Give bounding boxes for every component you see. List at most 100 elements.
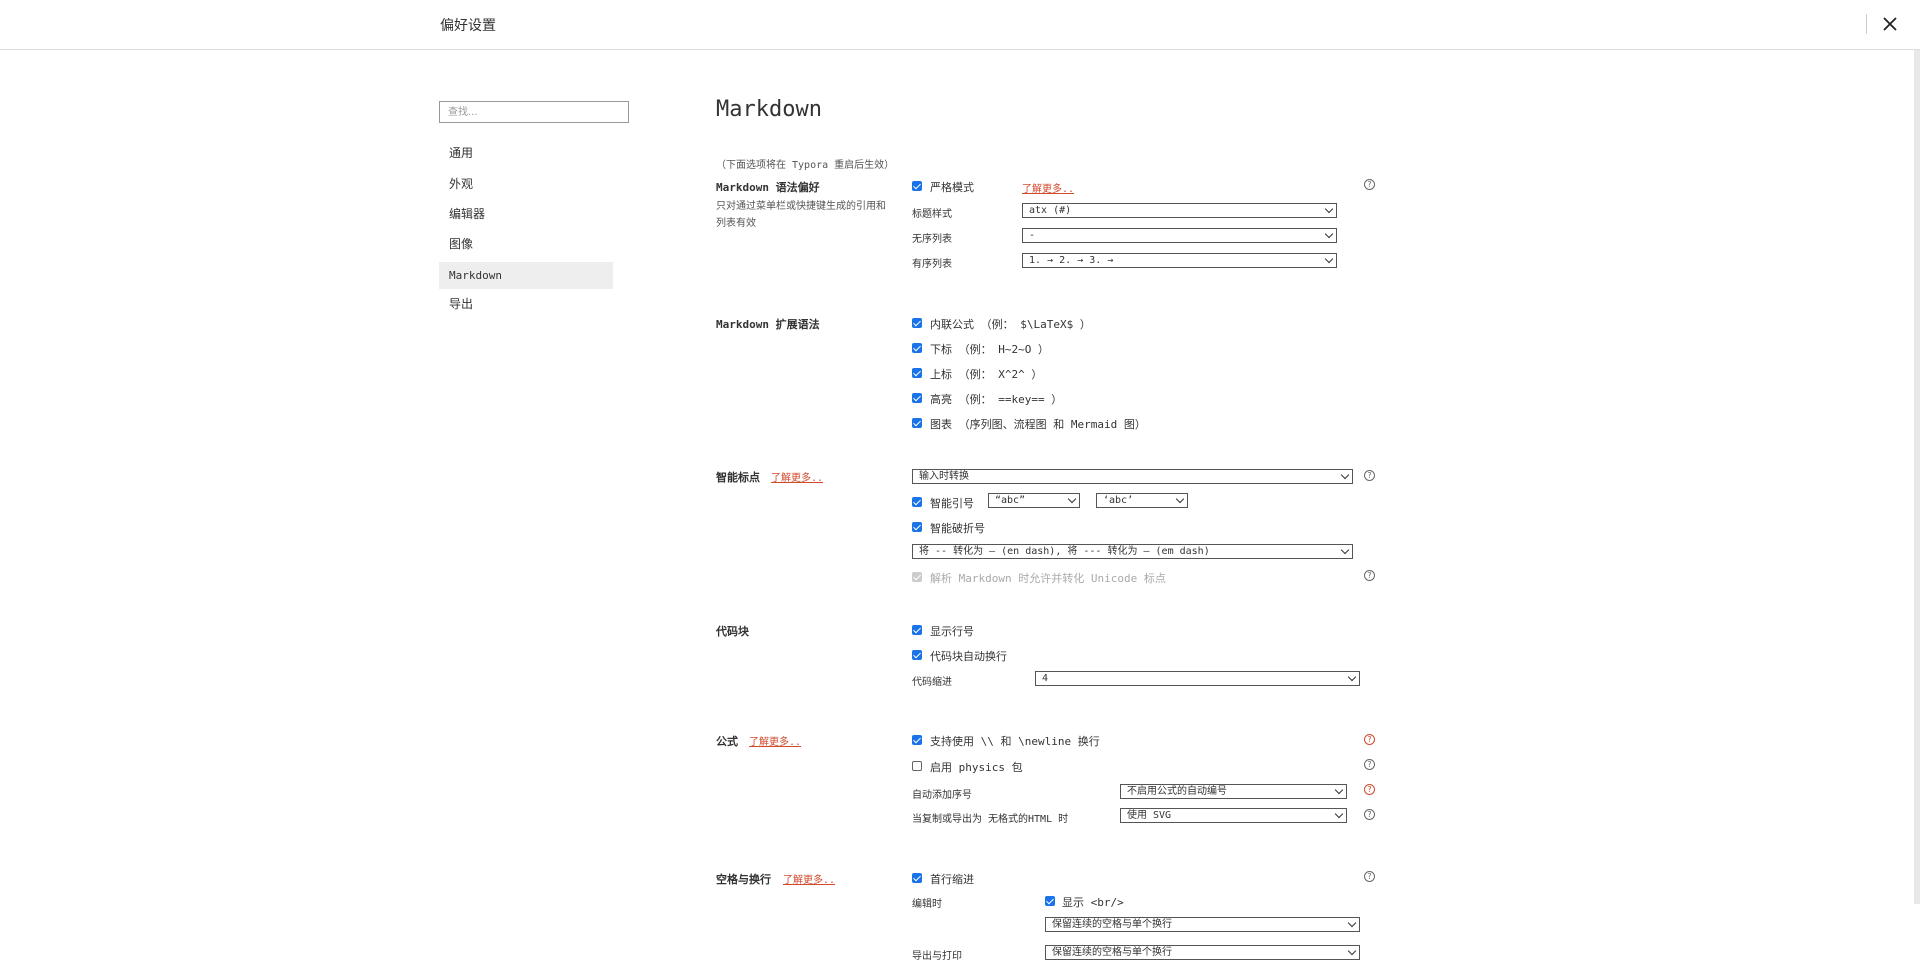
superscript-label: 上标 （例： X^2^ ） xyxy=(930,368,1043,381)
math-title: 公式 xyxy=(716,735,738,748)
code-wrap-checkbox[interactable] xyxy=(912,650,922,660)
dash-select[interactable]: 将 -- 转化为 – (en dash), 将 --- 转化为 — (em da… xyxy=(912,544,1353,559)
ordered-list-label: 有序列表 xyxy=(912,259,952,270)
highlight-checkbox[interactable] xyxy=(912,393,922,403)
auto-number-value: 不启用公式的自动编号 xyxy=(1127,786,1227,797)
show-br-label: 显示 <br/> xyxy=(1062,896,1124,909)
code-wrap-label: 代码块自动换行 xyxy=(930,650,1007,663)
physics-checkbox[interactable] xyxy=(912,761,922,771)
code-indent-label: 代码缩进 xyxy=(912,677,952,688)
strict-mode-checkbox[interactable] xyxy=(912,181,922,191)
export-print-label: 导出与打印 xyxy=(912,951,962,962)
window-title: 偏好设置 xyxy=(440,18,496,34)
smart-dash-label: 智能破折号 xyxy=(930,522,985,535)
code-indent-value: 4 xyxy=(1042,673,1049,684)
help-icon[interactable]: ? xyxy=(1364,784,1375,795)
export-whitespace-value: 保留连续的空格与单个换行 xyxy=(1052,947,1172,958)
first-indent-checkbox[interactable] xyxy=(912,873,922,883)
chevron-down-icon xyxy=(1347,918,1357,928)
help-icon[interactable]: ? xyxy=(1364,809,1375,820)
double-quote-value: “abc” xyxy=(995,495,1026,506)
smart-dash-checkbox[interactable] xyxy=(912,522,922,532)
auto-number-select[interactable]: 不启用公式的自动编号 xyxy=(1120,784,1347,799)
help-icon[interactable]: ? xyxy=(1364,570,1375,581)
page-title: Markdown xyxy=(716,97,822,122)
sidebar-item-export[interactable]: 导出 xyxy=(439,291,613,318)
ordered-list-value: 1. → 2. → 3. → xyxy=(1029,255,1114,266)
math-learn-more-link[interactable]: 了解更多.. xyxy=(749,733,801,748)
smart-quotes-checkbox[interactable] xyxy=(912,497,922,507)
physics-label: 启用 physics 包 xyxy=(930,761,1023,774)
help-icon[interactable]: ? xyxy=(1364,470,1375,481)
smart-punct-mode-select[interactable]: 输入时转换 xyxy=(912,469,1353,484)
syntax-pref-desc: 只对通过菜单栏或快捷键生成的引用和列表有效 xyxy=(716,201,886,229)
heading-style-value: atx (#) xyxy=(1029,205,1072,216)
strict-mode-label: 严格模式 xyxy=(930,181,974,194)
title-divider xyxy=(1866,14,1867,34)
subscript-checkbox[interactable] xyxy=(912,343,922,353)
chevron-down-icon xyxy=(1175,494,1185,504)
sidebar-item-editor[interactable]: 编辑器 xyxy=(439,201,613,228)
unordered-list-select[interactable]: - xyxy=(1022,228,1337,243)
whitespace-title: 空格与换行 xyxy=(716,873,771,886)
help-icon[interactable]: ? xyxy=(1364,871,1375,882)
inline-math-label: 内联公式 （例： $\LaTeX$ ） xyxy=(930,318,1091,331)
line-numbers-label: 显示行号 xyxy=(930,625,974,638)
ordered-list-select[interactable]: 1. → 2. → 3. → xyxy=(1022,253,1337,268)
chevron-down-icon xyxy=(1334,809,1344,819)
line-numbers-checkbox[interactable] xyxy=(912,625,922,635)
search-input[interactable] xyxy=(439,101,629,123)
heading-style-label: 标题样式 xyxy=(912,209,952,220)
code-block-title: 代码块 xyxy=(716,625,749,638)
newline-checkbox[interactable] xyxy=(912,735,922,745)
unicode-punct-checkbox xyxy=(912,572,922,582)
chevron-down-icon xyxy=(1067,494,1077,504)
chevron-down-icon xyxy=(1347,672,1357,682)
edit-whitespace-select[interactable]: 保留连续的空格与单个换行 xyxy=(1045,917,1360,932)
highlight-label: 高亮 （例： ==key== ） xyxy=(930,393,1063,406)
first-indent-label: 首行缩进 xyxy=(930,873,974,886)
math-export-select[interactable]: 使用 SVG xyxy=(1120,808,1347,823)
help-icon[interactable]: ? xyxy=(1364,734,1375,745)
ext-syntax-title: Markdown 扩展语法 xyxy=(716,318,820,331)
sidebar-item-general[interactable]: 通用 xyxy=(439,140,613,167)
scrollbar[interactable] xyxy=(1914,50,1920,904)
smart-punct-learn-more-link[interactable]: 了解更多.. xyxy=(771,469,823,484)
chevron-down-icon xyxy=(1347,946,1357,956)
chevron-down-icon xyxy=(1334,785,1344,795)
syntax-learn-more-link[interactable]: 了解更多.. xyxy=(1022,180,1074,195)
show-br-checkbox[interactable] xyxy=(1045,896,1055,906)
sidebar-item-image[interactable]: 图像 xyxy=(439,231,613,258)
chevron-down-icon xyxy=(1324,204,1334,214)
smart-punct-mode-value: 输入时转换 xyxy=(919,471,969,482)
chevron-down-icon xyxy=(1324,254,1334,264)
chevron-down-icon xyxy=(1340,470,1350,480)
close-icon xyxy=(1883,17,1897,31)
newline-label: 支持使用 \\ 和 \newline 换行 xyxy=(930,735,1100,748)
subscript-label: 下标 （例： H~2~O ） xyxy=(930,343,1049,356)
edit-mode-label: 编辑时 xyxy=(912,899,942,910)
superscript-checkbox[interactable] xyxy=(912,368,922,378)
help-icon[interactable]: ? xyxy=(1364,759,1375,770)
inline-math-checkbox[interactable] xyxy=(912,318,922,328)
heading-style-select[interactable]: atx (#) xyxy=(1022,203,1337,218)
double-quote-select[interactable]: “abc” xyxy=(988,493,1080,508)
export-whitespace-select[interactable]: 保留连续的空格与单个换行 xyxy=(1045,945,1360,960)
help-icon[interactable]: ? xyxy=(1364,179,1375,190)
code-indent-select[interactable]: 4 xyxy=(1035,671,1360,686)
auto-number-label: 自动添加序号 xyxy=(912,790,972,801)
math-export-label: 当复制或导出为 无格式的HTML 时 xyxy=(912,814,1069,825)
sidebar-item-markdown[interactable]: Markdown xyxy=(439,262,613,289)
whitespace-learn-more-link[interactable]: 了解更多.. xyxy=(783,871,835,886)
single-quote-select[interactable]: ‘abc’ xyxy=(1096,493,1188,508)
single-quote-value: ‘abc’ xyxy=(1103,495,1134,506)
sidebar-item-appearance[interactable]: 外观 xyxy=(439,171,613,198)
diagrams-label: 图表 （序列图、流程图 和 Mermaid 图） xyxy=(930,418,1146,431)
math-export-value: 使用 SVG xyxy=(1127,810,1172,821)
close-button[interactable] xyxy=(1876,10,1904,38)
syntax-pref-title: Markdown 语法偏好 xyxy=(716,181,820,194)
chevron-down-icon xyxy=(1340,545,1350,555)
title-bar: 偏好设置 xyxy=(0,0,1920,50)
unordered-list-label: 无序列表 xyxy=(912,234,952,245)
diagrams-checkbox[interactable] xyxy=(912,418,922,428)
